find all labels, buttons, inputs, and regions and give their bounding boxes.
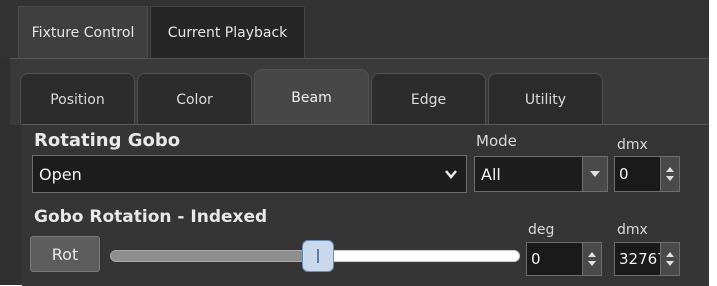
tab-fixture-control-label: Fixture Control	[31, 24, 135, 41]
mode-value: All	[481, 164, 501, 184]
spin-down-icon[interactable]	[666, 176, 674, 181]
deg-label: deg	[528, 222, 555, 238]
rotating-gobo-value: Open	[39, 164, 82, 184]
rot-button-label: Rot	[51, 244, 79, 264]
gobo-dmx-label: dmx	[617, 137, 648, 153]
deg-spinbox[interactable]: 0	[526, 242, 602, 276]
tab-fixture-control[interactable]: Fixture Control	[18, 6, 148, 58]
top-tab-bar: Fixture Control Current Playback	[0, 0, 709, 58]
slider-fill[interactable]	[110, 250, 318, 262]
slider-handle[interactable]	[302, 240, 334, 272]
fixture-control-window: Fixture Control Current Playback Positio…	[0, 0, 709, 286]
tab-color-label: Color	[176, 91, 213, 108]
tab-current-playback[interactable]: Current Playback	[150, 6, 305, 58]
tab-utility-label: Utility	[524, 91, 567, 108]
spin-down-icon[interactable]	[588, 261, 596, 266]
tab-position-label: Position	[50, 91, 105, 108]
gobo-dmx-value: 0	[619, 165, 629, 183]
tab-beam-label: Beam	[291, 89, 332, 106]
tab-current-playback-label: Current Playback	[167, 24, 288, 41]
deg-value: 0	[531, 250, 541, 268]
tab-utility[interactable]: Utility	[488, 73, 603, 125]
dropdown-arrow-icon[interactable]	[582, 157, 607, 191]
spin-up-icon[interactable]	[666, 252, 674, 257]
rot-button[interactable]: Rot	[30, 236, 100, 272]
spin-down-icon[interactable]	[666, 261, 674, 266]
deg-spin-buttons[interactable]	[582, 243, 601, 275]
tab-color[interactable]: Color	[137, 73, 252, 125]
tab-position[interactable]: Position	[20, 73, 135, 125]
gobo-rotation-title: Gobo Rotation - Indexed	[34, 207, 268, 227]
rotation-dmx-label: dmx	[617, 222, 648, 238]
tab-edge[interactable]: Edge	[371, 73, 486, 125]
mode-label: Mode	[476, 132, 517, 150]
rotation-dmx-spin-buttons[interactable]	[660, 243, 679, 275]
tab-beam[interactable]: Beam	[254, 69, 369, 125]
slider-grip-icon	[317, 249, 319, 263]
rotation-dmx-spinbox[interactable]: 32767	[614, 242, 680, 276]
attribute-tab-bar: Position Color Beam Edge Utility	[10, 58, 709, 125]
spin-up-icon[interactable]	[588, 252, 596, 257]
rotating-gobo-title: Rotating Gobo	[34, 130, 181, 151]
spin-up-icon[interactable]	[666, 167, 674, 172]
tab-edge-label: Edge	[410, 91, 447, 108]
slider-track[interactable]	[318, 250, 520, 262]
rotating-gobo-select[interactable]: Open	[32, 155, 467, 193]
chevron-down-icon	[445, 170, 457, 179]
mode-select[interactable]: All	[474, 156, 608, 192]
gobo-dmx-spin-buttons[interactable]	[660, 157, 679, 191]
gobo-dmx-spinbox[interactable]: 0	[614, 156, 680, 192]
